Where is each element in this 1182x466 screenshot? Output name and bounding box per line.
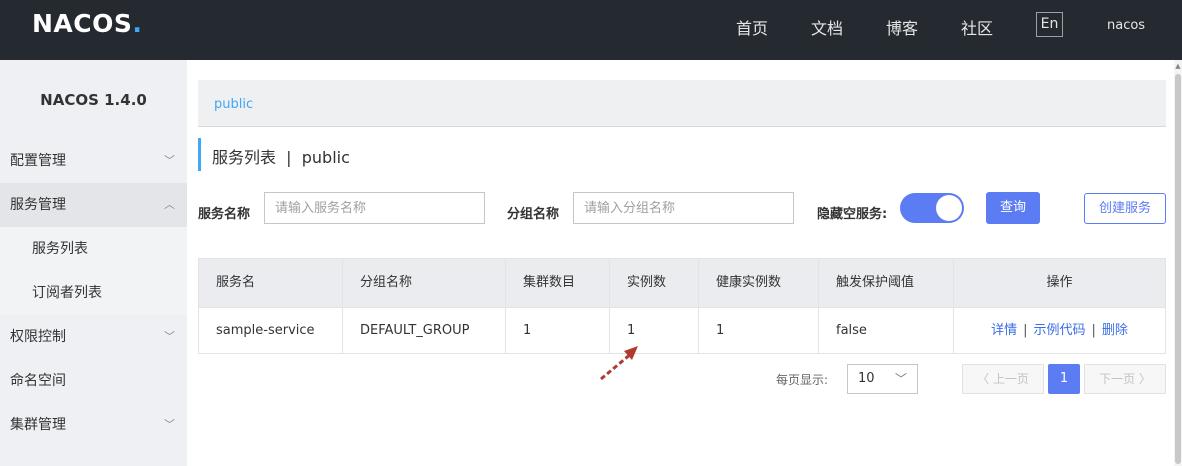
delete-link[interactable]: 删除 [1102, 323, 1128, 338]
service-name-label: 服务名称 [198, 207, 251, 222]
toggle-knob [936, 195, 962, 221]
user-menu[interactable]: nacos [1107, 18, 1145, 33]
sidebar-item-service-list[interactable]: 服务列表 [0, 227, 187, 271]
sidebar-item-namespace[interactable]: 命名空间 [0, 359, 187, 403]
sidebar-item-service-management[interactable]: 服务管理 ︿ [0, 183, 187, 227]
namespace-public-link[interactable]: public [214, 97, 253, 112]
hide-empty-label: 隐藏空服务: [817, 207, 888, 222]
page-size-select[interactable]: 10 ﹀ [847, 364, 918, 394]
sidebar-item-config-management[interactable]: 配置管理 ﹀ [0, 139, 187, 183]
column-header: 分组名称 [343, 259, 506, 307]
column-header: 实例数 [610, 259, 699, 307]
language-toggle-button[interactable]: En [1036, 12, 1063, 37]
service-name-input[interactable] [264, 192, 485, 224]
scrollbar-thumb[interactable] [1175, 74, 1181, 464]
hide-empty-toggle[interactable] [900, 193, 964, 223]
page-title: 服务列表 | public [198, 138, 350, 171]
column-header: 触发保护阈值 [819, 259, 954, 307]
column-header: 集群数目 [506, 259, 610, 307]
table-row: sample-service DEFAULT_GROUP 1 1 1 false… [199, 307, 1165, 353]
chevron-down-icon: ﹀ [164, 154, 175, 167]
chevron-down-icon: ﹀ [894, 372, 907, 386]
prev-page-button[interactable]: 〈 上一页 [962, 364, 1044, 394]
column-header: 健康实例数 [699, 259, 819, 307]
cell-actions: 详情 | 示例代码 | 删除 [991, 323, 1128, 338]
nav-docs[interactable]: 文档 [811, 15, 843, 39]
current-page-button[interactable]: 1 [1048, 364, 1080, 394]
service-table: 服务名 分组名称 集群数目 实例数 健康实例数 触发保护阈值 操作 sample… [198, 258, 1166, 354]
group-name-input[interactable] [573, 192, 794, 224]
namespace-bar: public [198, 80, 1166, 127]
column-header: 服务名 [199, 259, 343, 307]
sidebar-item-access-control[interactable]: 权限控制 ﹀ [0, 315, 187, 359]
chevron-up-icon: ︿ [164, 198, 175, 211]
nav-home[interactable]: 首页 [736, 15, 768, 39]
group-name-label: 分组名称 [507, 207, 560, 222]
cell-protect-threshold: false [819, 308, 954, 353]
table-header: 服务名 分组名称 集群数目 实例数 健康实例数 触发保护阈值 操作 [199, 259, 1165, 307]
next-page-button[interactable]: 下一页 〉 [1084, 364, 1166, 394]
annotation-arrow-icon [600, 346, 638, 381]
chevron-down-icon: ﹀ [164, 418, 175, 431]
cell-cluster-count: 1 [506, 308, 610, 353]
sidebar: NACOS 1.4.0 配置管理 ﹀ 服务管理 ︿ 服务列表 订阅者列表 权限控… [0, 60, 187, 466]
nav-community[interactable]: 社区 [961, 15, 993, 39]
cell-group-name: DEFAULT_GROUP [343, 308, 506, 353]
sidebar-item-subscriber-list[interactable]: 订阅者列表 [0, 271, 187, 315]
page-size-label: 每页显示: [776, 373, 829, 387]
query-button[interactable]: 查询 [986, 192, 1040, 224]
sidebar-item-cluster-management[interactable]: 集群管理 ﹀ [0, 403, 187, 447]
scroll-up-arrow-icon[interactable]: ▲ [1174, 62, 1182, 70]
column-header: 操作 [1046, 275, 1073, 290]
cell-healthy-count: 1 [699, 308, 819, 353]
nacos-logo[interactable]: NACOS. [32, 9, 142, 38]
nav-blog[interactable]: 博客 [886, 15, 918, 39]
cell-service-name: sample-service [199, 308, 343, 353]
sample-code-link[interactable]: 示例代码 [1033, 323, 1085, 338]
chevron-down-icon: ﹀ [164, 330, 175, 343]
details-link[interactable]: 详情 [991, 323, 1017, 338]
create-service-button[interactable]: 创建服务 [1084, 193, 1166, 224]
top-navigation-bar: NACOS. 首页 文档 博客 社区 En nacos [0, 0, 1182, 60]
sidebar-version-title: NACOS 1.4.0 [40, 91, 147, 109]
